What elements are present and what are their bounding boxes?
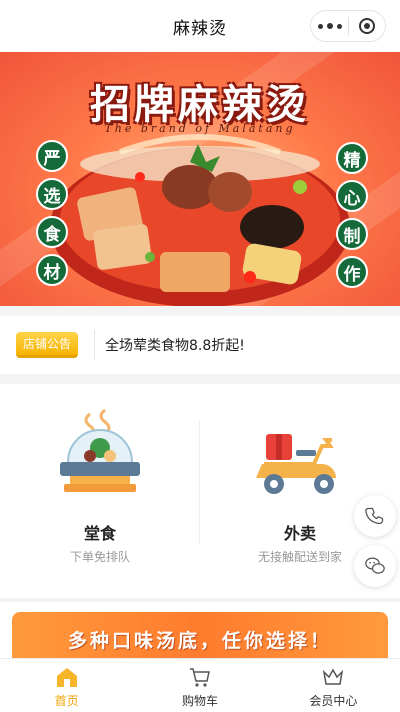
miniprogram-capsule	[310, 10, 386, 42]
tab-label: 购物车	[181, 694, 218, 708]
badge-char: 食	[36, 216, 68, 248]
bottom-tabbar: 首页 购物车 会员中心	[0, 658, 400, 712]
target-close-icon[interactable]	[349, 11, 385, 41]
banner-subtitle: The brand of Malatang	[104, 122, 296, 135]
badge-char: 作	[336, 256, 368, 288]
right-badges: 精 心 制 作	[336, 142, 368, 288]
page-title: 麻辣烫	[173, 18, 227, 39]
tab-cart[interactable]: 购物车	[133, 659, 266, 712]
chat-icon	[365, 557, 385, 574]
dine-in-hotpot-icon	[60, 408, 140, 492]
more-dots-icon[interactable]	[311, 11, 348, 41]
notice-tag: 店铺公告	[16, 332, 78, 358]
badge-char: 材	[36, 254, 68, 286]
badge-char: 严	[36, 140, 68, 172]
store-notice[interactable]: 店铺公告 全场荤类食物8.8折起!	[0, 316, 400, 374]
phone-button[interactable]	[354, 495, 396, 537]
top-navbar: 麻辣烫	[0, 0, 400, 52]
service-desc: 无接触配送到家	[257, 550, 342, 564]
service-desc: 下单免排队	[69, 550, 130, 564]
service-name: 外卖	[283, 524, 316, 543]
badge-char: 心	[336, 180, 368, 212]
chat-button[interactable]	[354, 545, 396, 587]
notice-divider	[94, 330, 95, 360]
dine-in-option[interactable]: 堂食 下单免排队	[0, 384, 200, 598]
phone-icon	[365, 507, 384, 525]
badge-char: 制	[336, 218, 368, 250]
hero-banner[interactable]: 招牌麻辣烫 The brand of Malatang 严 选 食 材 精 心 …	[0, 52, 400, 306]
tab-label: 首页	[54, 694, 79, 708]
home-icon	[55, 665, 79, 689]
cart-icon	[188, 665, 212, 689]
delivery-scooter-icon	[256, 434, 336, 494]
service-name: 堂食	[83, 524, 116, 543]
tab-home[interactable]: 首页	[0, 659, 133, 712]
service-options: 堂食 下单免排队 外卖 无接触配送到家	[0, 384, 400, 598]
badge-char: 选	[36, 178, 68, 210]
left-badges: 严 选 食 材	[36, 140, 68, 286]
promo-section: 多种口味汤底，任你选择！	[0, 602, 400, 668]
notice-text: 全场荤类食物8.8折起!	[105, 338, 245, 354]
tab-member[interactable]: 会员中心	[267, 659, 400, 712]
badge-char: 精	[336, 142, 368, 174]
crown-icon	[321, 665, 345, 689]
tab-label: 会员中心	[309, 694, 358, 708]
